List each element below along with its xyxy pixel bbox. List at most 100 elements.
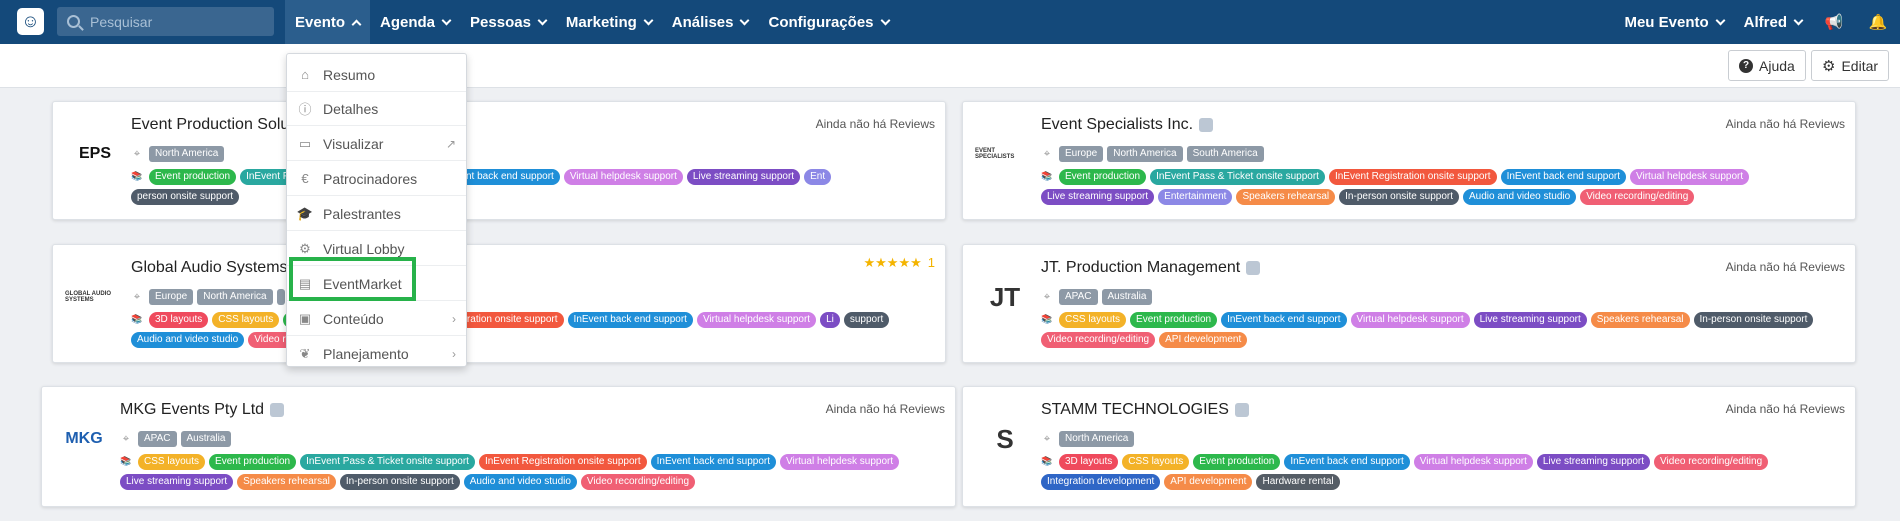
home-icon: ⌂ (301, 67, 309, 82)
services-tags: 📚 Event production InEvent Pass & Ticket o… (1041, 169, 1835, 205)
nav-configuracoes[interactable]: Configurações (758, 0, 898, 44)
chevron-down-icon (1793, 15, 1804, 25)
megaphone-icon[interactable]: 📢 (1812, 0, 1856, 44)
reviews-status: Ainda não há Reviews (1725, 117, 1845, 131)
menu-item-patrocinadores[interactable]: € Patrocinadores (287, 162, 466, 196)
nav-marketing[interactable]: Marketing (556, 0, 662, 44)
service-tag: Virtual helpdesk support (780, 454, 900, 470)
service-tag: InEvent Pass & Ticket onsite support (300, 454, 475, 470)
supplier-logo: EVENT SPECIALISTS (975, 148, 1015, 160)
supplier-card[interactable]: S STAMM TECHNOLOGIES Ainda não há Reviews ⌖… (962, 386, 1856, 507)
service-tag: Virtual helpdesk support (1413, 454, 1533, 470)
map-pin-icon: ⌖ (133, 147, 141, 160)
chevron-down-icon (643, 15, 654, 25)
service-tag: InEvent Pass & Ticket onsite support (1150, 169, 1325, 185)
books-icon: 📚 (120, 455, 132, 466)
verified-badge-icon (1234, 403, 1249, 417)
menu-item-visualizar[interactable]: ▭ Visualizar ↗ (287, 127, 466, 161)
service-tag: Audio and video studio (131, 332, 245, 348)
nav-agenda[interactable]: Agenda (370, 0, 460, 44)
service-tag: Entertainment (1158, 189, 1233, 205)
region-tag: North America (197, 289, 273, 305)
regions-row: ⌖ APAC Australia (120, 431, 232, 447)
supplier-name[interactable]: Event Production Solu (131, 116, 289, 134)
menu-item-conteudo[interactable]: ▣ Conteúdo › (287, 302, 466, 336)
menu-item-planejamento[interactable]: ❦ Planejamento › (287, 337, 466, 371)
service-tag: CSS layouts (212, 312, 280, 328)
menu-item-detalhes[interactable]: ⓘ Detalhes (287, 92, 466, 126)
services-tags: 📚3D layoutsCSS layoutsEet onsite support… (131, 312, 925, 348)
service-tag: API development (1164, 474, 1253, 490)
nav-user[interactable]: Alfred (1734, 0, 1812, 44)
region-tag: Europe (149, 289, 194, 305)
supplier-name-text: STAMM TECHNOLOGIES (1041, 401, 1229, 418)
nav-evento[interactable]: Evento (285, 0, 371, 44)
nav-analises[interactable]: Análises (662, 0, 759, 44)
main-nav: Evento Agenda Pessoas Marketing Análises… (285, 0, 899, 44)
service-tag: Audio and video studio (1463, 189, 1577, 205)
verified-badge-icon (1199, 118, 1214, 132)
service-tag: Event production (1130, 312, 1218, 328)
supplier-card[interactable]: EPS Event Production Solu Ainda não há Rev… (52, 101, 946, 220)
chevron-down-icon (880, 15, 890, 25)
supplier-name[interactable]: Global Audio Systems (131, 259, 288, 277)
supplier-logo: MKG (65, 430, 103, 447)
search-input[interactable] (90, 13, 260, 30)
supplier-name[interactable]: STAMM TECHNOLOGIES (1041, 401, 1249, 419)
books-icon: 📚 (1041, 170, 1053, 181)
service-tag: Live streaming support (1041, 189, 1155, 205)
service-tag: Live streaming support (686, 169, 801, 185)
external-link-icon: ↗ (445, 136, 456, 151)
rating-stars: ★★★★★ 1 (863, 255, 935, 271)
service-tag: Speakers rehearsal (1236, 189, 1336, 205)
verified-badge-icon (270, 403, 285, 417)
map-pin-icon: ⌖ (1043, 290, 1051, 303)
supplier-name[interactable]: MKG Events Pty Ltd (120, 401, 285, 419)
region-tag: Australia (180, 431, 232, 447)
help-button[interactable]: ? Ajuda (1728, 50, 1806, 81)
service-tag: Virtual helpdesk support (1350, 312, 1470, 328)
nav-meu-evento[interactable]: Meu Evento (1614, 0, 1733, 44)
map-pin-icon: ⌖ (133, 290, 141, 303)
service-tag: Video recording/editing (1654, 454, 1769, 470)
regions-row: ⌖ Europe North America South America (1041, 146, 1264, 162)
nav-pessoas[interactable]: Pessoas (460, 0, 556, 44)
verified-badge-icon (1246, 261, 1261, 275)
reviews-status: Ainda não há Reviews (1725, 260, 1845, 274)
menu-item-eventmarket[interactable]: ▤ EventMarket (287, 267, 466, 301)
gear-icon: ⚙ (1822, 57, 1836, 75)
service-tag: Speakers rehearsal (1590, 312, 1690, 328)
supplier-name-text: JT. Production Management (1041, 259, 1241, 276)
evento-dropdown-menu: ⌂ Resumo ⓘ Detalhes ▭ Visualizar ↗ € Patrocin… (286, 53, 467, 367)
supplier-logo: JT (989, 281, 1021, 312)
service-tag: Event production (149, 169, 237, 185)
menu-item-resumo[interactable]: ⌂ Resumo (287, 58, 466, 92)
supplier-name-text: MKG Events Pty Ltd (120, 401, 265, 418)
service-tag: Virtual helpdesk support (563, 169, 683, 185)
menu-item-virtual-lobby[interactable]: ⚙ Virtual Lobby (287, 232, 466, 266)
service-tag: InEvent back end support (1284, 454, 1410, 470)
service-tag: InEvent back end support (650, 454, 777, 470)
bell-icon[interactable]: 🔔 (1856, 0, 1900, 44)
app-logo-icon[interactable]: ☺ (17, 8, 44, 35)
supplier-card[interactable]: GLOBAL AUDIO SYSTEMS Global Audio Systems… (52, 244, 946, 363)
books-icon: 📚 (131, 170, 143, 181)
region-tag: North America (1059, 431, 1135, 447)
menu-item-palestrantes[interactable]: 🎓 Palestrantes (287, 197, 466, 231)
supplier-card[interactable]: JT JT. Production Management Ainda não há … (962, 244, 1856, 363)
supplier-card[interactable]: EVENT SPECIALISTS Event Specialists Inc. A… (962, 101, 1856, 220)
supplier-card[interactable]: MKG MKG Events Pty Ltd Ainda não há Review… (41, 386, 956, 507)
service-tag: CSS layouts (1059, 312, 1127, 328)
edit-button[interactable]: ⚙ Editar (1811, 50, 1890, 81)
question-icon: ? (1739, 58, 1753, 73)
service-tag: In-person onsite support (339, 474, 460, 490)
service-tag: CSS layouts (1122, 454, 1190, 470)
service-tag: support (843, 312, 890, 328)
supplier-name[interactable]: JT. Production Management (1041, 259, 1261, 277)
region-tag: APAC (1059, 289, 1098, 305)
services-tags: 📚Event productionInEvent PRegistration o… (131, 169, 925, 205)
supplier-name[interactable]: Event Specialists Inc. (1041, 116, 1214, 134)
supplier-logo: EPS (78, 145, 111, 162)
search-icon (67, 15, 80, 28)
search-box[interactable] (57, 7, 274, 36)
